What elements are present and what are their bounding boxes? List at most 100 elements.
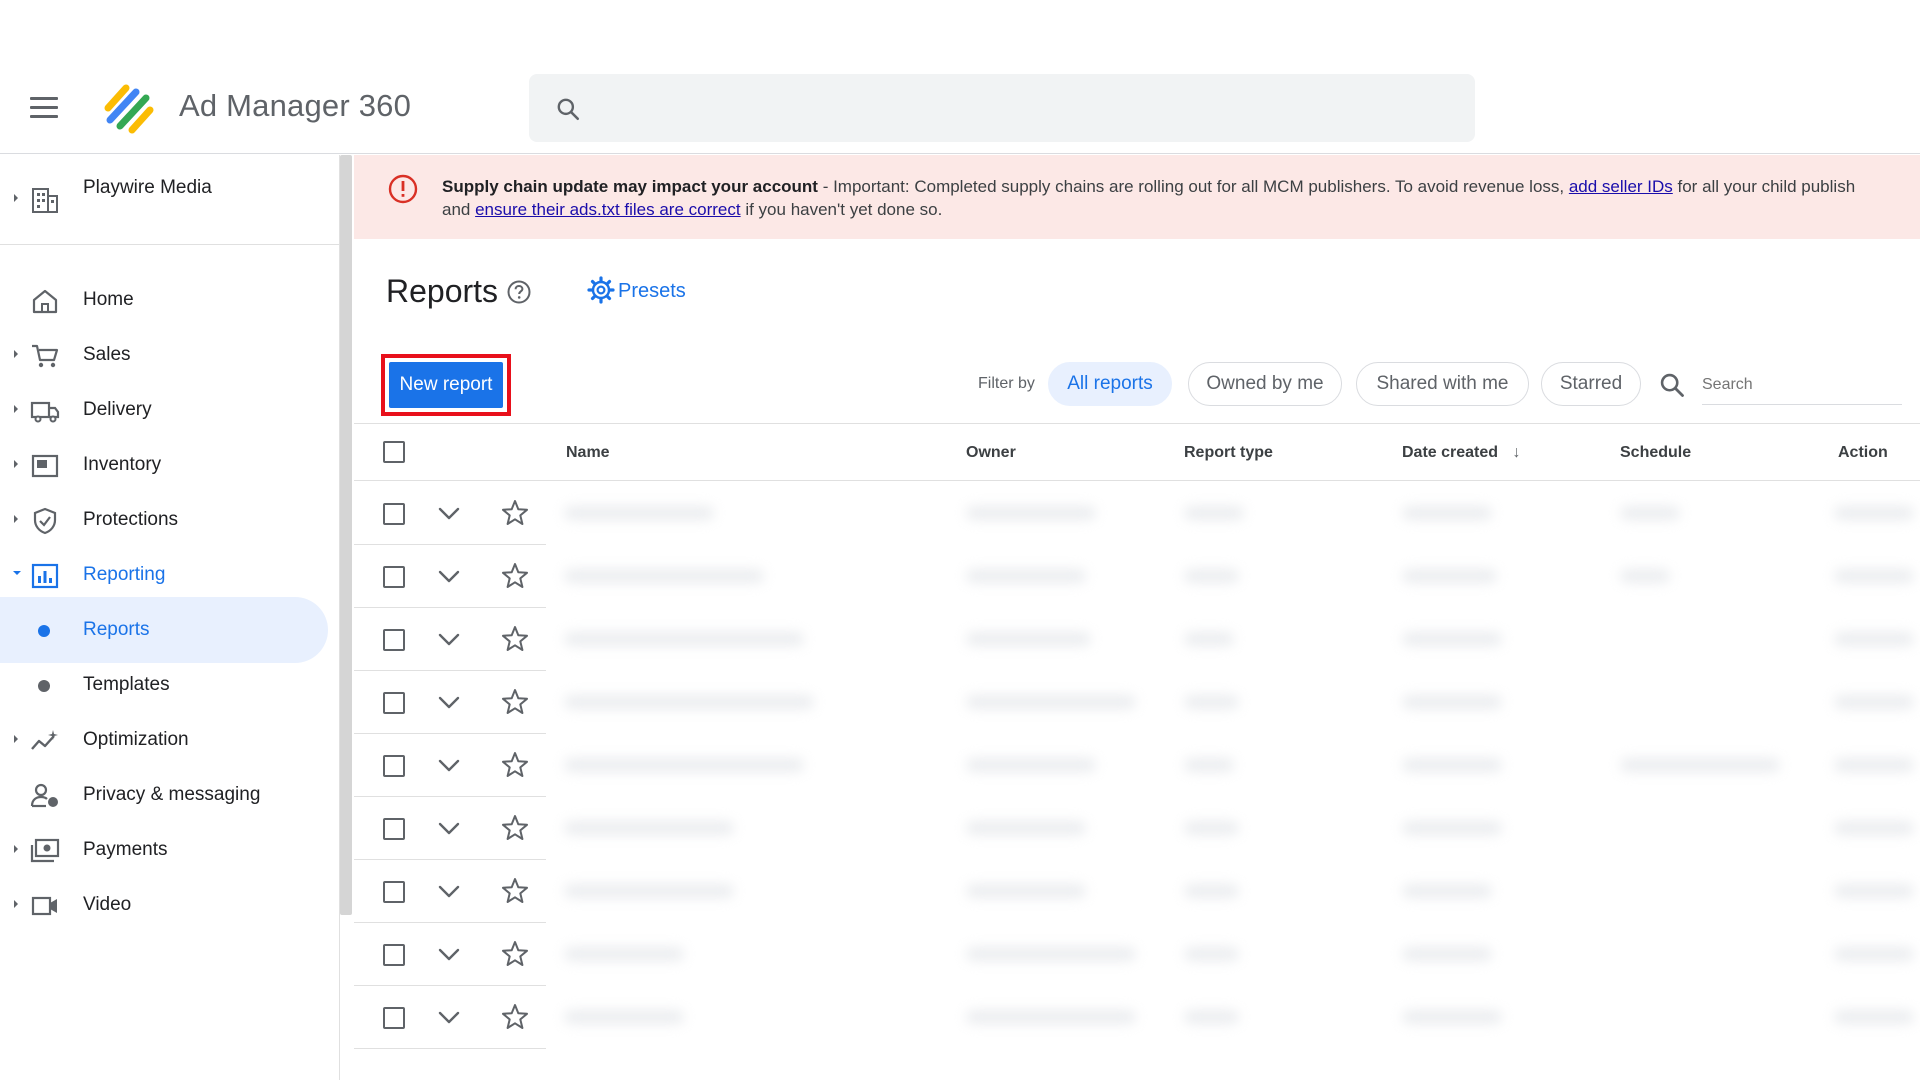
- star-icon[interactable]: [500, 876, 530, 911]
- redacted-cell: [1834, 569, 1914, 583]
- table-row[interactable]: [354, 986, 1920, 1049]
- select-all-checkbox[interactable]: [383, 441, 405, 463]
- redacted-cell: [564, 821, 734, 835]
- star-icon[interactable]: [500, 561, 530, 596]
- chevron-down-icon[interactable]: [436, 941, 462, 972]
- column-header-report-type[interactable]: Report type: [1184, 444, 1273, 462]
- global-search-bar[interactable]: [529, 74, 1475, 142]
- redacted-cell: [1620, 569, 1670, 583]
- redacted-cell: [1184, 884, 1239, 898]
- star-icon[interactable]: [500, 498, 530, 533]
- column-header-owner[interactable]: Owner: [966, 444, 1016, 462]
- caret-right-icon: [14, 194, 18, 202]
- row-checkbox[interactable]: [383, 503, 405, 525]
- chevron-down-icon[interactable]: [436, 752, 462, 783]
- column-header-action[interactable]: Action: [1838, 444, 1888, 462]
- help-icon[interactable]: [506, 279, 532, 305]
- redacted-cell: [1184, 569, 1239, 583]
- sidebar-item-label: Privacy & messaging: [83, 784, 261, 805]
- column-header-name[interactable]: Name: [566, 444, 610, 462]
- sidebar-item-video[interactable]: Video: [0, 872, 340, 938]
- filter-chip-all-reports[interactable]: All reports: [1048, 362, 1172, 406]
- org-selector[interactable]: Playwire Media: [0, 155, 340, 245]
- table-row[interactable]: [354, 608, 1920, 671]
- search-icon: [557, 98, 580, 121]
- sort-arrow-down-icon: ↓: [1512, 444, 1521, 461]
- column-header-schedule[interactable]: Schedule: [1620, 444, 1691, 462]
- redacted-cell: [1834, 821, 1914, 835]
- chevron-down-icon[interactable]: [436, 1004, 462, 1035]
- chevron-down-icon[interactable]: [436, 500, 462, 531]
- row-checkbox[interactable]: [383, 881, 405, 903]
- alert-message: Supply chain update may impact your acco…: [442, 175, 1912, 221]
- redacted-cell: [564, 1010, 684, 1024]
- table-row[interactable]: [354, 734, 1920, 797]
- row-checkbox[interactable]: [383, 818, 405, 840]
- org-name: Playwire Media: [83, 177, 212, 198]
- row-checkbox[interactable]: [383, 629, 405, 651]
- star-icon[interactable]: [500, 750, 530, 785]
- row-controls: [354, 797, 546, 860]
- chevron-down-icon[interactable]: [436, 878, 462, 909]
- row-checkbox[interactable]: [383, 692, 405, 714]
- page-title: Reports: [386, 273, 499, 309]
- column-header-date-created[interactable]: Date created ↓: [1402, 444, 1521, 462]
- hamburger-menu-icon[interactable]: [30, 97, 58, 119]
- ensure-ads-txt-link[interactable]: ensure their ads.txt files are correct: [475, 200, 741, 219]
- redacted-cell: [1834, 1010, 1914, 1024]
- shield-icon: [33, 507, 57, 535]
- payments-icon: [30, 838, 60, 863]
- redacted-cell: [966, 884, 1086, 898]
- sidebar-item-label: Reports: [83, 619, 150, 640]
- ad-manager-logo-icon: [104, 84, 154, 134]
- star-icon[interactable]: [500, 1002, 530, 1037]
- inventory-icon: [31, 454, 59, 478]
- chevron-down-icon[interactable]: [436, 689, 462, 720]
- person-privacy-icon: [30, 783, 58, 808]
- redacted-cell: [1402, 821, 1502, 835]
- table-row[interactable]: [354, 923, 1920, 986]
- reports-search-input[interactable]: [1702, 365, 1902, 405]
- row-controls: [354, 608, 546, 671]
- row-controls: [354, 671, 546, 734]
- home-icon: [32, 289, 58, 314]
- star-icon[interactable]: [500, 687, 530, 722]
- bullet-dot-icon: [38, 625, 50, 637]
- filter-chip-shared-with-me[interactable]: Shared with me: [1356, 362, 1529, 406]
- add-seller-ids-link[interactable]: add seller IDs: [1569, 177, 1673, 196]
- search-icon: [1660, 373, 1684, 397]
- row-controls: [354, 545, 546, 608]
- chevron-down-icon[interactable]: [436, 626, 462, 657]
- new-report-button[interactable]: New report: [389, 362, 503, 408]
- star-icon[interactable]: [500, 624, 530, 659]
- sidebar-scrollbar[interactable]: [340, 155, 352, 915]
- redacted-cell: [966, 632, 1091, 646]
- chevron-down-icon[interactable]: [436, 815, 462, 846]
- caret-right-icon: [14, 900, 18, 908]
- chevron-down-icon[interactable]: [436, 563, 462, 594]
- redacted-cell: [1834, 758, 1914, 772]
- redacted-cell: [966, 695, 1136, 709]
- table-row[interactable]: [354, 797, 1920, 860]
- table-row[interactable]: [354, 671, 1920, 734]
- redacted-cell: [564, 569, 764, 583]
- trending-icon: [31, 730, 58, 750]
- filter-chip-starred[interactable]: Starred: [1541, 362, 1641, 406]
- app-title: Ad Manager 360: [179, 88, 412, 123]
- row-checkbox[interactable]: [383, 944, 405, 966]
- row-checkbox[interactable]: [383, 1007, 405, 1029]
- star-icon[interactable]: [500, 813, 530, 848]
- main-content: Supply chain update may impact your acco…: [354, 155, 1920, 1080]
- table-row[interactable]: [354, 860, 1920, 923]
- row-checkbox[interactable]: [383, 566, 405, 588]
- sidebar-item-label: Delivery: [83, 399, 152, 420]
- truck-icon: [30, 401, 60, 423]
- redacted-cell: [966, 569, 1086, 583]
- filter-chip-owned-by-me[interactable]: Owned by me: [1188, 362, 1342, 406]
- global-search-input[interactable]: [609, 88, 1449, 128]
- table-row[interactable]: [354, 545, 1920, 608]
- redacted-cell: [1834, 695, 1914, 709]
- star-icon[interactable]: [500, 939, 530, 974]
- row-checkbox[interactable]: [383, 755, 405, 777]
- table-row[interactable]: [354, 482, 1920, 545]
